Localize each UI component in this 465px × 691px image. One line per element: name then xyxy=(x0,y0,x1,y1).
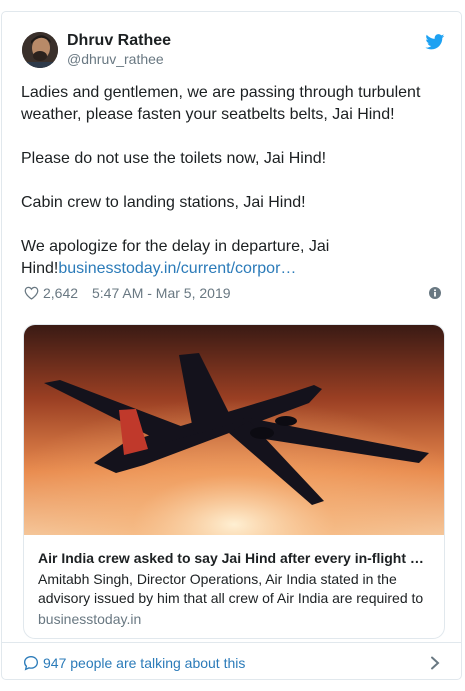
user-name[interactable]: Dhruv Rathee xyxy=(67,32,171,50)
conversation-footer[interactable]: 947 people are talking about this xyxy=(2,643,461,681)
like-count[interactable]: 2,642 xyxy=(43,285,78,301)
info-icon[interactable] xyxy=(429,287,441,299)
tweet-text: Ladies and gentlemen, we are passing thr… xyxy=(21,82,441,280)
embedded-tweet: Dhruv Rathee @dhruv_rathee Ladies and ge… xyxy=(1,11,462,680)
tweet-link[interactable]: businesstoday.in/current/corpor… xyxy=(58,260,296,277)
tweet-paragraph-with-link: We apologize for the delay in departure,… xyxy=(21,236,441,280)
chevron-right-icon[interactable] xyxy=(430,656,440,670)
tweet-timestamp[interactable]: 5:47 AM - Mar 5, 2019 xyxy=(92,285,231,301)
user-handle[interactable]: @dhruv_rathee xyxy=(67,51,164,67)
heart-icon[interactable] xyxy=(24,286,39,300)
tweet-paragraph: Please do not use the toilets now, Jai H… xyxy=(21,150,327,167)
link-card[interactable]: Air India crew asked to say Jai Hind aft… xyxy=(23,324,445,639)
card-image-airplane[interactable] xyxy=(24,325,444,535)
comment-icon xyxy=(23,655,39,671)
card-title[interactable]: Air India crew asked to say Jai Hind aft… xyxy=(38,550,433,566)
tweet-paragraph: Ladies and gentlemen, we are passing thr… xyxy=(21,84,421,123)
card-description: Amitabh Singh, Director Operations, Air … xyxy=(38,571,424,606)
tweet-paragraph: Cabin crew to landing stations, Jai Hind… xyxy=(21,194,306,211)
people-talking-link[interactable]: 947 people are talking about this xyxy=(43,655,245,671)
twitter-bird-icon[interactable] xyxy=(425,34,445,50)
card-domain: businesstoday.in xyxy=(38,611,142,627)
tweet-meta: 2,642 5:47 AM - Mar 5, 2019 xyxy=(21,283,446,303)
avatar[interactable] xyxy=(22,32,58,68)
